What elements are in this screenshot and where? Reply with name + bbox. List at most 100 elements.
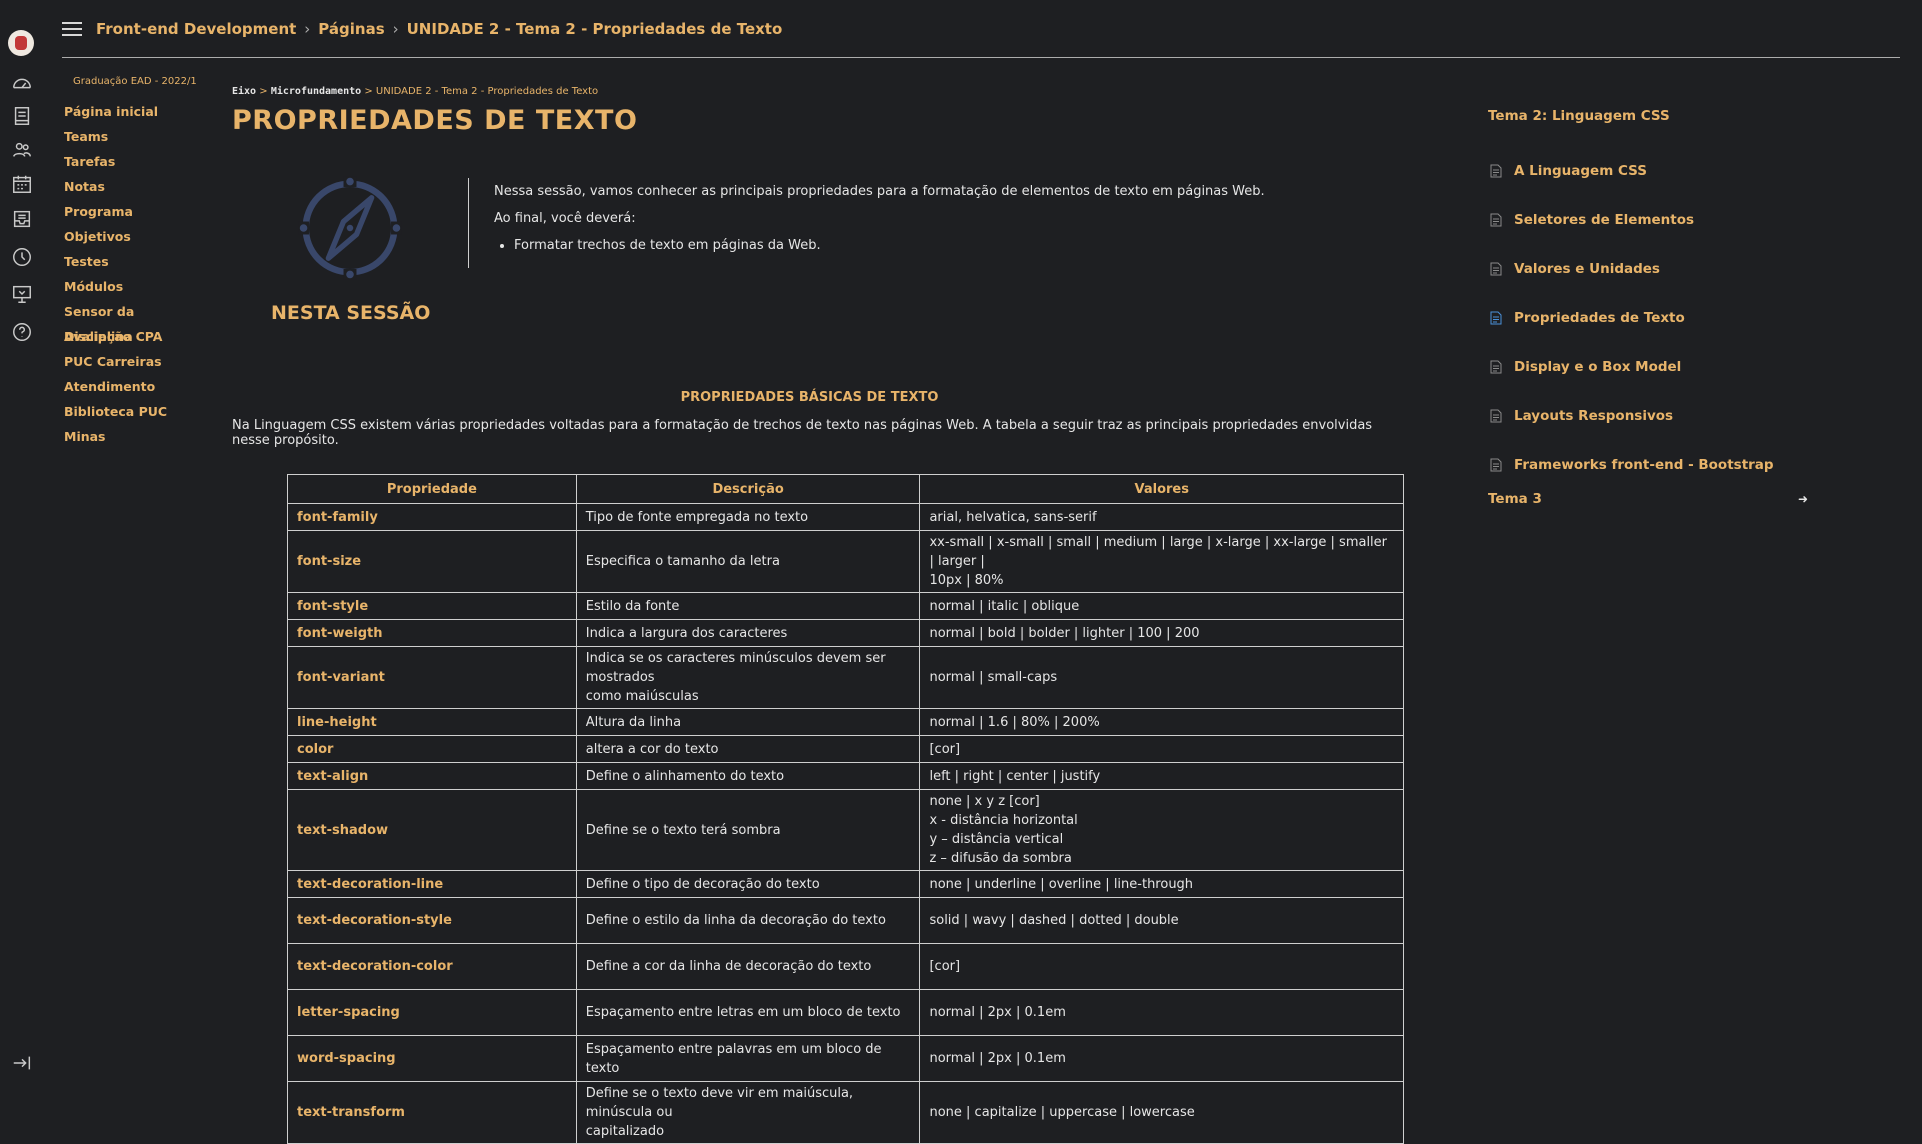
property-cell: text-decoration-line [287, 870, 577, 898]
top-breadcrumb: Front-end Development › Páginas › UNIDAD… [62, 14, 782, 44]
table-row: color altera a cor do texto [cor] [287, 735, 1404, 763]
courses-icon[interactable] [9, 103, 35, 129]
values-cell: normal | 1.6 | 80% | 200% [919, 708, 1404, 736]
property-cell: font-variant [287, 646, 577, 709]
property-cell: text-shadow [287, 789, 577, 871]
description-cell: altera a cor do texto [575, 735, 921, 763]
studio-icon[interactable] [9, 281, 35, 307]
avatar[interactable] [8, 30, 34, 56]
groups-icon[interactable] [9, 137, 35, 163]
description-cell: Espaçamento entre palavras em um bloco d… [575, 1035, 921, 1082]
values-cell: xx-small | x-small | small | medium | la… [919, 530, 1404, 593]
module-nav: Tema 2: Linguagem CSS A Linguagem CSS Se… [1488, 108, 1808, 507]
history-icon[interactable] [9, 244, 35, 270]
document-icon [1490, 311, 1502, 324]
course-nav-item[interactable]: Objetivos [64, 224, 204, 249]
values-cell: none | x y z [cor] x - distância horizon… [919, 789, 1404, 871]
breadcrumb-pages[interactable]: Páginas [318, 20, 384, 38]
dashboard-icon[interactable] [9, 70, 35, 96]
crumb-eixo[interactable]: Eixo [232, 86, 256, 97]
property-cell: text-transform [287, 1081, 577, 1144]
values-cell: arial, helvatica, sans-serif [919, 503, 1404, 531]
objectives-list: Formatar trechos de texto em páginas da … [494, 238, 1265, 253]
calendar-icon[interactable] [9, 171, 35, 197]
description-cell: Indica se os caracteres minúsculos devem… [575, 646, 921, 709]
module-heading-tema3[interactable]: Tema 3 ➜ [1488, 491, 1808, 507]
document-icon [1490, 213, 1502, 226]
module-heading[interactable]: Tema 2: Linguagem CSS [1488, 108, 1808, 124]
help-icon[interactable] [9, 319, 35, 345]
table-row: font-family Tipo de fonte empregada no te… [287, 503, 1404, 531]
properties-table: Propriedade Descrição Valores font-famil… [287, 474, 1404, 1144]
values-cell: normal | italic | oblique [919, 592, 1404, 620]
table-header-row: Propriedade Descrição Valores [287, 474, 1404, 504]
table-row: font-size Especifica o tamanho da letra xx… [287, 530, 1404, 593]
course-nav-item[interactable]: Teams [64, 124, 204, 149]
property-cell: font-weigth [287, 619, 577, 647]
course-nav-item[interactable]: Notas [64, 174, 204, 199]
module-item-label: Frameworks front-end - Bootstrap [1514, 456, 1774, 473]
values-cell: normal | small-caps [919, 646, 1404, 709]
description-cell: Define o alinhamento do texto [575, 762, 921, 790]
course-nav-item[interactable]: Módulos [64, 274, 204, 299]
table-row: word-spacing Espaçamento entre palavras e… [287, 1035, 1404, 1082]
intro-divider [468, 178, 469, 268]
table-row: text-align Define o alinhamento do texto l… [287, 762, 1404, 790]
topbar-divider [62, 57, 1900, 58]
course-nav-item[interactable]: Atendimento [64, 374, 204, 399]
description-cell: Define o estilo da linha da decoração do… [575, 897, 921, 944]
crumb-micro[interactable]: Microfundamento [271, 86, 361, 97]
table-row: text-transform Define se o texto deve vir… [287, 1081, 1404, 1144]
values-cell: none | underline | overline | line-throu… [919, 870, 1404, 898]
table-row: font-weigth Indica a largura dos caracter… [287, 619, 1404, 647]
description-cell: Define a cor da linha de decoração do te… [575, 943, 921, 990]
course-nav-item[interactable]: PUC Carreiras [64, 349, 204, 374]
term-label: Graduação EAD - 2022/1 [73, 76, 197, 87]
menu-icon[interactable] [62, 22, 82, 36]
table-row: line-height Altura da linha normal | 1.6 |… [287, 708, 1404, 736]
description-cell: Indica a largura dos caracteres [575, 619, 921, 647]
breadcrumb-course[interactable]: Front-end Development [96, 20, 296, 38]
course-nav-item[interactable]: Testes [64, 249, 204, 274]
description-cell: Altura da linha [575, 708, 921, 736]
document-icon [1490, 409, 1502, 422]
breadcrumb-current: UNIDADE 2 - Tema 2 - Propriedades de Tex… [406, 20, 783, 38]
module-item[interactable]: Valores e Unidades [1488, 244, 1808, 293]
property-cell: color [287, 735, 577, 763]
course-nav-item[interactable]: Biblioteca PUC Minas [64, 399, 204, 444]
table-row: font-variant Indica se os caracteres minú… [287, 646, 1404, 709]
column-header: Propriedade [287, 474, 577, 504]
table-row: text-shadow Define se o texto terá sombra… [287, 789, 1404, 871]
module-item[interactable]: Frameworks front-end - Bootstrap [1488, 440, 1808, 489]
module-item-label: Propriedades de Texto [1514, 309, 1685, 326]
table-row: text-decoration-line Define o tipo de dec… [287, 870, 1404, 898]
property-cell: word-spacing [287, 1035, 577, 1082]
course-nav-item[interactable]: Página inicial [64, 99, 204, 124]
intro-text: Nessa sessão, vamos conhecer as principa… [494, 184, 1265, 253]
course-nav-item[interactable]: Tarefas [64, 149, 204, 174]
module-item[interactable]: Seletores de Elementos [1488, 195, 1808, 244]
property-cell: text-decoration-color [287, 943, 577, 990]
global-nav-rail [0, 0, 42, 1082]
exit-icon[interactable]: ➜ [1798, 492, 1808, 506]
course-nav-item[interactable]: Sensor da Disciplina [64, 299, 204, 344]
inbox-icon[interactable] [9, 206, 35, 232]
values-cell: normal | 2px | 0.1em [919, 989, 1404, 1036]
module-item-label: Valores e Unidades [1514, 260, 1660, 277]
description-cell: Define se o texto terá sombra [575, 789, 921, 871]
values-cell: normal | 2px | 0.1em [919, 1035, 1404, 1082]
table-row: letter-spacing Espaçamento entre letras e… [287, 989, 1404, 1036]
property-cell: text-decoration-style [287, 897, 577, 944]
intro-section: Nessa sessão, vamos conhecer as principa… [232, 168, 1412, 308]
intro-paragraph: Ao final, você deverá: [494, 211, 636, 226]
values-cell: solid | wavy | dashed | dotted | double [919, 897, 1404, 944]
module-item[interactable]: A Linguagem CSS [1488, 146, 1808, 195]
table-row: font-style Estilo da fonte normal | italic… [287, 592, 1404, 620]
module-item[interactable]: Layouts Responsivos [1488, 391, 1808, 440]
module-item-active[interactable]: Propriedades de Texto [1488, 293, 1808, 342]
course-nav-item[interactable]: Avaliação CPA [64, 324, 204, 349]
values-cell: [cor] [919, 735, 1404, 763]
course-nav-item[interactable]: Programa [64, 199, 204, 224]
collapse-icon[interactable] [9, 1050, 35, 1076]
module-item[interactable]: Display e o Box Model [1488, 342, 1808, 391]
